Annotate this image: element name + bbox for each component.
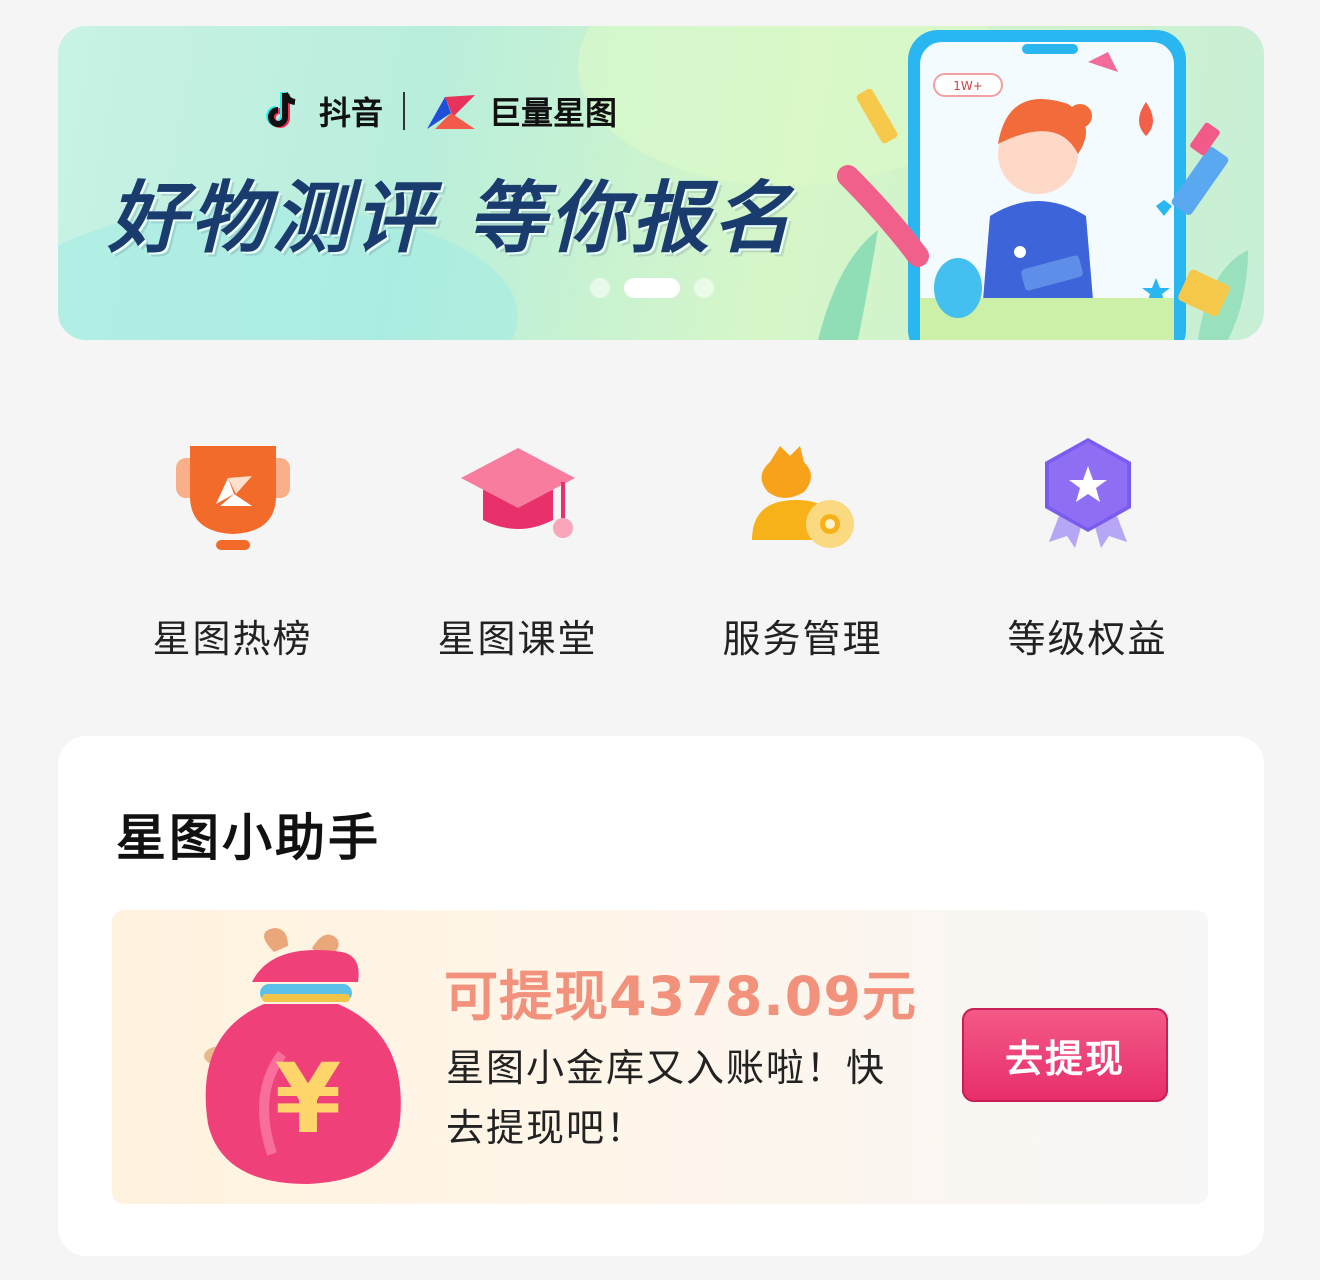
- entry-label: 星图课堂: [437, 617, 598, 661]
- carousel-dot[interactable]: [694, 278, 714, 298]
- brand-divider: [403, 92, 406, 130]
- notice-description: 星图小金库又入账啦！快去提现吧！: [446, 1046, 887, 1150]
- svg-text:¥: ¥: [275, 1043, 342, 1155]
- withdraw-button[interactable]: 去提现: [962, 1008, 1168, 1102]
- assistant-card: 星图小助手 ¥ 可提现4378.09元 星图小金库又入账啦！快去提现吧！ 去提现: [58, 736, 1264, 1256]
- entry-label: 等级权益: [1007, 617, 1168, 661]
- quick-entries: 星图热榜 星图课堂 服务管理 等级权益: [90, 420, 1230, 680]
- brand-xingtu-text: 巨量星图: [489, 94, 618, 132]
- xingtu-logo-icon: [427, 95, 476, 129]
- banner-title: 好物测评 等你报名: [108, 174, 796, 264]
- douyin-logo-icon: [266, 92, 296, 128]
- withdrawable-amount: 可提现4378.09元: [444, 965, 917, 1028]
- entry-label: 星图热榜: [152, 617, 313, 661]
- banner-brand-row: 抖音 巨量星图: [263, 88, 617, 134]
- card-title: 星图小助手: [116, 809, 381, 867]
- entry-hot-list[interactable]: 星图热榜: [90, 420, 375, 680]
- withdraw-notice[interactable]: ¥ 可提现4378.09元 星图小金库又入账啦！快去提现吧！ 去提现: [112, 910, 1208, 1204]
- brand-douyin-text: 抖音: [319, 94, 384, 132]
- money-bag-icon: ¥: [204, 928, 401, 1184]
- user-coin-icon: [751, 446, 854, 548]
- entry-level-benefits[interactable]: 等级权益: [945, 420, 1230, 680]
- promo-banner[interactable]: 抖音 巨量星图 好物测评 等你报名 1W+: [58, 26, 1264, 340]
- carousel-dot[interactable]: [590, 278, 610, 298]
- entry-service-manage[interactable]: 服务管理: [660, 420, 945, 680]
- star-badge-icon: [1044, 438, 1131, 548]
- trophy-icon: [175, 446, 290, 550]
- entry-classroom[interactable]: 星图课堂: [375, 420, 660, 680]
- entry-label: 服务管理: [722, 617, 883, 661]
- carousel-dot-active[interactable]: [624, 278, 680, 298]
- banner-illustration: 1W+: [818, 30, 1248, 340]
- graduation-cap-icon: [460, 448, 575, 538]
- carousel-dots: [590, 278, 714, 298]
- follower-badge-text: 1W+: [953, 79, 983, 93]
